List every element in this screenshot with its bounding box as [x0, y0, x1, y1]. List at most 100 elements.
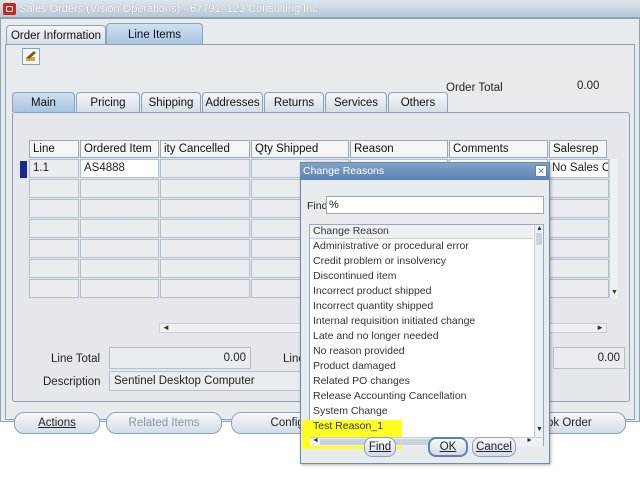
grid-cell[interactable]: 1.1: [29, 159, 79, 178]
scroll-down-arrow-icon[interactable]: ▼: [611, 289, 618, 296]
grid-cell[interactable]: [549, 259, 609, 278]
salesrep-field[interactable]: No Sales C: [549, 159, 609, 178]
grid-cell[interactable]: [80, 199, 159, 218]
tab-line-items[interactable]: Line Items: [106, 23, 203, 45]
grid-cell[interactable]: [80, 259, 159, 278]
subtab-services[interactable]: Services: [325, 92, 387, 112]
subtab-returns[interactable]: Returns: [264, 92, 324, 112]
grid-cell[interactable]: [29, 199, 79, 218]
list-item[interactable]: Incorrect product shipped: [313, 285, 535, 300]
related-items-button[interactable]: Related Items: [106, 412, 222, 434]
grid-cell[interactable]: [29, 179, 79, 198]
actions-label: Actions: [38, 417, 76, 429]
list-item[interactable]: Release Accounting Cancellation: [313, 390, 535, 405]
grid-cell[interactable]: [29, 259, 79, 278]
find-input[interactable]: %: [326, 196, 544, 214]
line-total-value: 0.00: [223, 352, 246, 364]
line-total-field: 0.00: [109, 347, 251, 369]
grid-cell[interactable]: [80, 239, 159, 258]
grid-cell[interactable]: [549, 239, 609, 258]
col-header-qty-cancelled: ity Cancelled: [160, 140, 250, 158]
ok-button-label: OK: [439, 441, 457, 453]
right-total-value: 0.00: [597, 352, 620, 364]
description-value: Sentinel Desktop Computer: [114, 375, 255, 387]
grid-cell[interactable]: [160, 239, 250, 258]
list-item[interactable]: Discontinued item: [313, 270, 535, 285]
list-header: Change Reason: [310, 225, 533, 239]
order-total-value: 0.00: [577, 80, 600, 92]
grid-cell[interactable]: [29, 239, 79, 258]
list-item[interactable]: Incorrect quantity shipped: [313, 300, 535, 315]
order-total-label: Order Total: [446, 82, 503, 94]
grid-cell[interactable]: [160, 179, 250, 198]
grid-cell[interactable]: [549, 179, 609, 198]
list-scroll-up-icon[interactable]: ▲: [536, 225, 543, 232]
ok-button[interactable]: OK: [428, 437, 468, 457]
find-button[interactable]: Find: [364, 437, 396, 457]
subtab-pricing[interactable]: Pricing: [76, 92, 140, 112]
ordered-item-value: AS4888: [84, 162, 125, 174]
line-total-label: Line Total: [51, 353, 101, 365]
tab-order-information[interactable]: Order Information: [6, 25, 106, 45]
grid-cell[interactable]: [549, 219, 609, 238]
grid-cell[interactable]: [160, 199, 250, 218]
grid-vertical-scrollbar[interactable]: ▼: [609, 159, 618, 299]
subtab-main[interactable]: Main: [12, 92, 75, 112]
salesrep-value: No Sales C: [552, 162, 609, 174]
scroll-right-arrow-icon[interactable]: ►: [596, 323, 604, 332]
grid-cell[interactable]: [160, 159, 250, 178]
dialog-titlebar: Change Reasons: [301, 163, 549, 180]
oracle-app-icon: [3, 3, 16, 15]
list-vertical-scrollbar[interactable]: ▲ ▼: [534, 225, 543, 437]
change-reasons-dialog: Change Reasons ✕ Find % Change Reason Ad…: [300, 162, 550, 464]
subtab-addresses[interactable]: Addresses: [202, 92, 263, 112]
list-item[interactable]: Related PO changes: [313, 375, 535, 390]
grid-cell[interactable]: [29, 279, 79, 298]
grid-cell[interactable]: [549, 199, 609, 218]
col-header-comments: Comments: [449, 140, 548, 158]
list-item[interactable]: Product damaged: [313, 360, 535, 375]
related-items-label: Related Items: [128, 417, 200, 429]
description-field: Sentinel Desktop Computer: [109, 371, 309, 391]
find-input-value: %: [329, 199, 339, 211]
list-item[interactable]: System Change: [313, 405, 535, 420]
subtab-shipping[interactable]: Shipping: [141, 92, 201, 112]
cancel-button-label: Cancel: [476, 441, 512, 453]
list-scroll-right-icon[interactable]: ►: [526, 437, 533, 444]
list-scroll-thumb[interactable]: [536, 233, 542, 245]
list-item[interactable]: Administrative or procedural error: [313, 240, 535, 255]
grid-cell[interactable]: [160, 259, 250, 278]
close-icon[interactable]: ✕: [535, 165, 547, 177]
right-total-field: 0.00: [553, 347, 625, 369]
grid-cell[interactable]: [160, 279, 250, 298]
find-button-label: Find: [368, 441, 392, 453]
actions-button[interactable]: Actions: [14, 412, 100, 434]
grid-cell[interactable]: [80, 279, 159, 298]
edit-icon[interactable]: [22, 48, 40, 65]
list-scroll-left-icon[interactable]: ◄: [312, 437, 319, 444]
list-header-label: Change Reason: [313, 225, 389, 237]
grid-cell[interactable]: [29, 219, 79, 238]
grid-cell[interactable]: [160, 219, 250, 238]
list-item[interactable]: No reason provided: [313, 345, 535, 360]
list-scroll-down-icon[interactable]: ▼: [536, 426, 543, 433]
find-label: Find: [307, 200, 328, 212]
reasons-list: Change Reason Administrative or procedur…: [302, 224, 544, 449]
list-item-highlighted[interactable]: Test Reason_1: [302, 420, 402, 435]
col-header-line: Line: [29, 140, 79, 158]
list-item[interactable]: Internal requisition initiated change: [313, 315, 535, 330]
col-header-qty-shipped: Qty Shipped: [251, 140, 349, 158]
grid-cell[interactable]: [549, 279, 609, 298]
subtab-others[interactable]: Others: [388, 92, 448, 112]
cancel-button[interactable]: Cancel: [472, 437, 516, 457]
col-header-reason: Reason: [350, 140, 448, 158]
list-item[interactable]: Credit problem or insolvency: [313, 255, 535, 270]
ordered-item-field[interactable]: AS4888: [80, 159, 159, 178]
grid-cell[interactable]: [80, 219, 159, 238]
col-header-ordered-item: Ordered Item: [80, 140, 159, 158]
grid-cell[interactable]: [80, 179, 159, 198]
scroll-left-arrow-icon[interactable]: ◄: [162, 323, 170, 332]
list-item[interactable]: Late and no longer needed: [313, 330, 535, 345]
window-title: Sales Orders (Vision Operations) - 67791…: [19, 3, 318, 15]
dialog-title: Change Reasons: [303, 165, 385, 177]
